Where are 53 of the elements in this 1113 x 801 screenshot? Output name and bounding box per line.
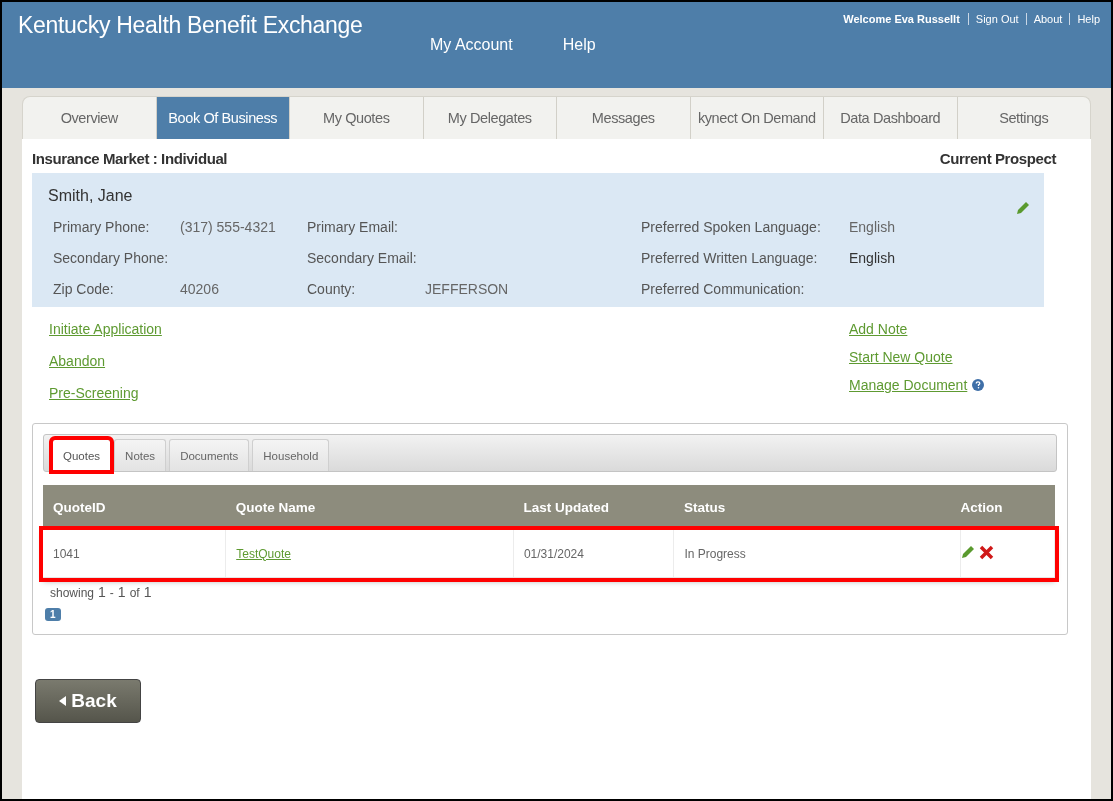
welcome-text: Welcome Eva Russellt (843, 13, 961, 25)
field-value: (317) 555-4321 (180, 219, 277, 235)
table-row[interactable]: 1041 TestQuote 01/31/2024 In Progress (43, 530, 1055, 578)
field-label: Zip Code: (53, 281, 115, 297)
subtab[interactable]: Quotes (52, 439, 112, 471)
table-cell: 1041 (43, 530, 226, 578)
nav-tab[interactable]: Book Of Business (156, 97, 290, 139)
field-label: Primary Phone: (53, 219, 151, 235)
pager-number: 1 (143, 584, 152, 600)
section-heading: Current Prospect (939, 150, 1056, 167)
action-link[interactable]: Abandon (49, 353, 162, 369)
page-button[interactable]: 1 (45, 608, 61, 621)
subtab[interactable]: Household (252, 439, 330, 471)
field-value: English (849, 219, 896, 235)
caret-icon (59, 696, 67, 706)
field-value: JEFFERSON (425, 281, 510, 297)
pager-text: of (129, 586, 140, 600)
header-link[interactable]: Sign Out (967, 13, 1026, 25)
header-link[interactable]: Help (1069, 13, 1107, 25)
nav-link[interactable]: Help (562, 36, 596, 88)
table-cell: In Progress (673, 530, 961, 578)
back-button[interactable]: Back (35, 679, 141, 723)
field-value: English (849, 250, 896, 266)
site-title: Kentucky Health Benefit Exchange (17, 11, 364, 40)
header-link[interactable]: About (1025, 13, 1070, 25)
prospect-name: Smith, Jane (48, 187, 133, 205)
action-link[interactable]: Start New Quote (849, 349, 953, 365)
pager-number: 1 (117, 584, 126, 600)
field-label: Secondary Email: (307, 250, 418, 266)
help-icon[interactable] (972, 379, 985, 391)
field-label: County: (307, 281, 357, 297)
edit-icon[interactable] (961, 545, 976, 560)
field-label: Preferred Written Language: (641, 250, 819, 266)
table-cell: 01/31/2024 (513, 530, 674, 578)
subtab[interactable]: Notes (114, 439, 167, 471)
pager-number: 1 (98, 584, 106, 600)
subtab[interactable]: Documents (169, 439, 250, 471)
nav-tab[interactable]: Settings (957, 97, 1090, 139)
pager-text: - (109, 586, 114, 600)
field-label: Primary Email: (307, 219, 399, 235)
field-label: Preferred Communication: (641, 281, 806, 297)
action-link[interactable]: Initiate Application (49, 321, 162, 337)
action-link[interactable]: Manage Document (849, 377, 968, 393)
field-label: Secondary Phone: (53, 250, 170, 266)
quote-link[interactable]: TestQuote (236, 546, 291, 561)
action-link[interactable]: Pre-Screening (49, 385, 162, 401)
field-label: Preferred Spoken Language: (641, 219, 822, 235)
field-value: 40206 (180, 281, 220, 297)
delete-icon[interactable] (979, 544, 995, 560)
market-label: Insurance Market : Individual (32, 150, 228, 167)
action-link[interactable]: Add Note (849, 321, 908, 337)
nav-link[interactable]: My Account (430, 36, 513, 88)
pager-text: showing (50, 586, 95, 600)
